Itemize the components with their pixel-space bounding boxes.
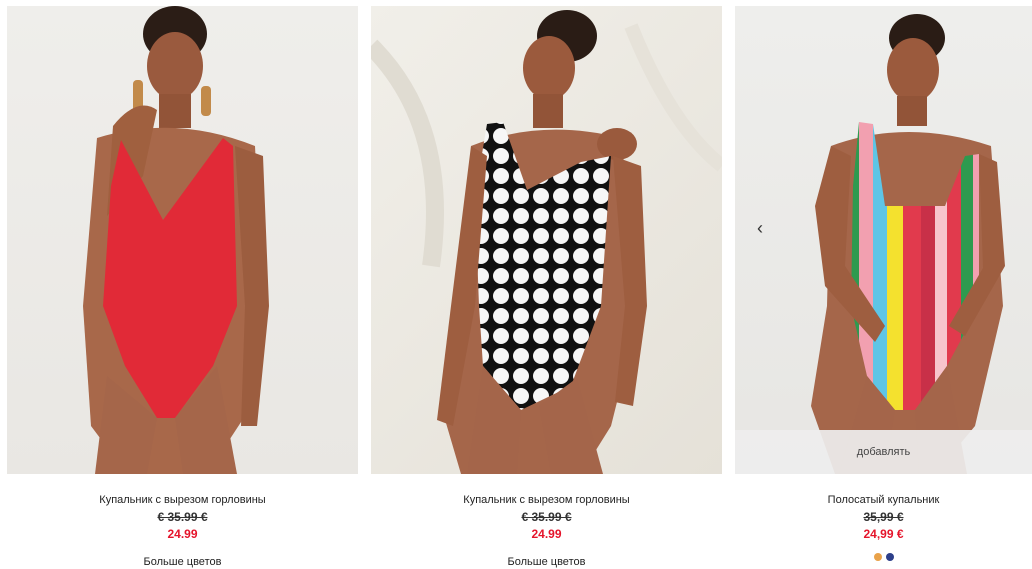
color-swatch-orange[interactable] [873,553,882,561]
product-title[interactable]: Купальник с вырезом горловины [7,493,358,507]
model-striped-swimsuit-illustration [811,14,1005,474]
product-image[interactable] [371,6,722,474]
more-colors-link[interactable]: Больше цветов [371,555,722,569]
sale-price: 24,99 € [863,527,904,541]
old-price: € 35.99 € [521,510,572,524]
sale-price: 24.99 [167,527,198,541]
product-info: Купальник с вырезом горловины € 35.99 € … [7,474,358,569]
color-swatch-navy[interactable] [885,553,894,561]
product-card[interactable]: Купальник с вырезом горловины € 35.99 € … [7,6,358,569]
product-image[interactable]: ‹ добавлять [735,6,1032,474]
product-info: Купальник с вырезом горловины € 35.99 € … [371,474,722,569]
model-red-swimsuit-illustration [83,6,269,474]
old-price: € 35.99 € [157,510,208,524]
product-title[interactable]: Полосатый купальник [735,493,1032,507]
old-price: 35,99 € [863,510,904,524]
product-card[interactable]: Купальник с вырезом горловины € 35.99 € … [371,6,722,569]
product-card[interactable]: ‹ добавлять Полосатый купальник 35,99 € … [735,6,1032,566]
color-swatches [735,553,1032,563]
more-colors-link[interactable]: Больше цветов [7,555,358,569]
product-grid: Купальник с вырезом горловины € 35.99 € … [0,0,1032,569]
product-info: Полосатый купальник 35,99 € 24,99 € [735,474,1032,563]
model-polka-dot-swimsuit-illustration [371,10,722,474]
chevron-left-icon[interactable]: ‹ [753,218,767,238]
sale-price: 24.99 [531,527,562,541]
product-title[interactable]: Купальник с вырезом горловины [371,493,722,507]
add-to-cart-button[interactable]: добавлять [735,430,1032,474]
product-image[interactable] [7,6,358,474]
